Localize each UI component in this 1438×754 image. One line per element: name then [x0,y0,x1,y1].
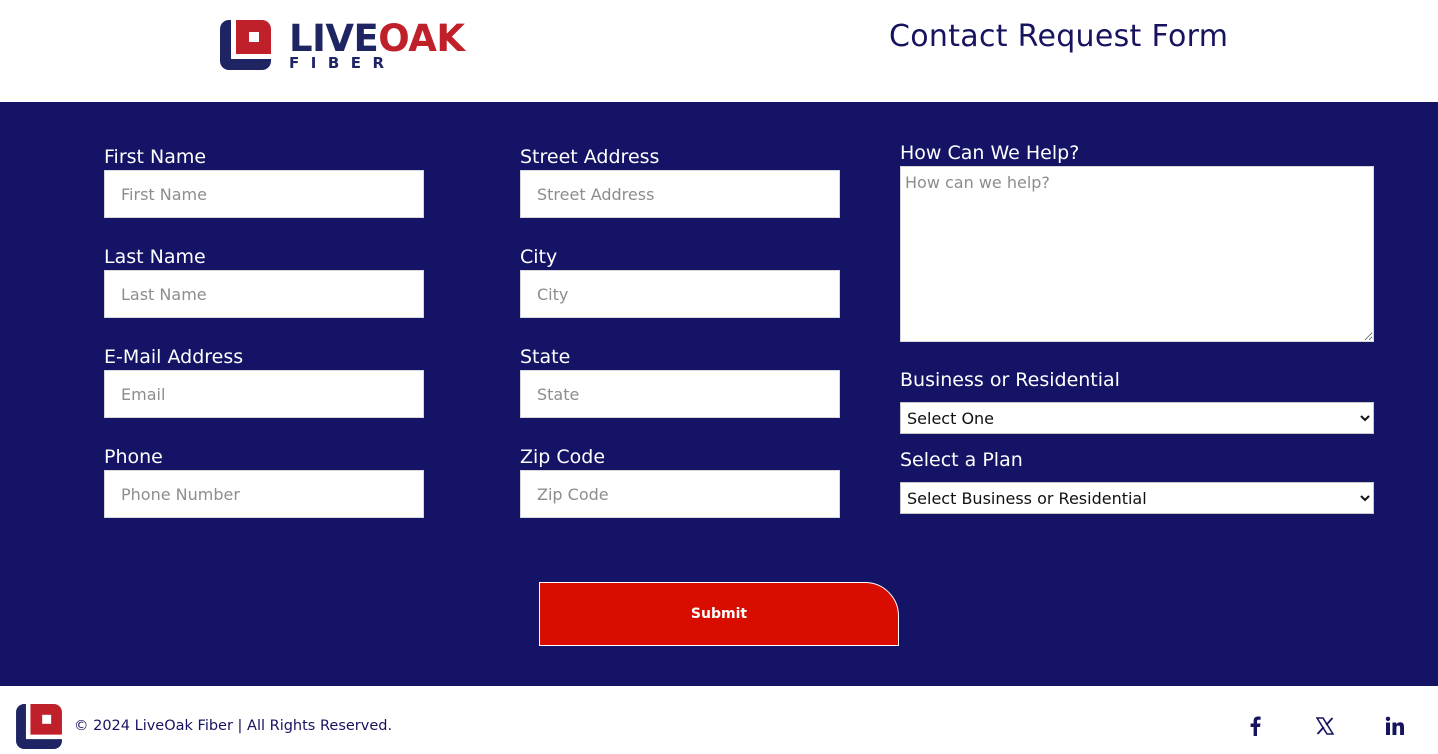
site-footer: © 2024 LiveOak Fiber | All Rights Reserv… [0,686,1438,754]
logo-subline: FIBER [289,54,396,72]
page-title: Contact Request Form [889,19,1229,54]
first-name-input[interactable] [104,170,424,218]
customer-type-label: Business or Residential [900,369,1120,391]
help-textarea[interactable] [900,166,1374,342]
zip-code-input[interactable] [520,470,840,518]
site-header: LIVEOAK FIBER Contact Request Form [0,0,1438,102]
email-input[interactable] [104,370,424,418]
liveoak-logo-mark-icon [220,20,271,70]
facebook-icon[interactable] [1243,714,1267,738]
street-address-label: Street Address [520,146,660,168]
help-label: How Can We Help? [900,142,1080,164]
city-label: City [520,246,558,268]
last-name-label: Last Name [104,246,206,268]
plan-select[interactable]: Select Business or Residential [900,482,1374,514]
customer-type-select[interactable]: Select One [900,402,1374,434]
submit-button[interactable]: Submit [539,582,899,646]
liveoak-fiber-logo[interactable]: LIVEOAK FIBER [220,18,480,72]
state-input[interactable] [520,370,840,418]
x-icon[interactable] [1313,714,1337,738]
first-name-label: First Name [104,146,207,168]
linkedin-icon[interactable] [1383,714,1407,738]
copyright-text: © 2024 LiveOak Fiber | All Rights Reserv… [74,718,393,734]
plan-label: Select a Plan [900,449,1023,471]
contact-form: First Name Last Name E-Mail Address Phon… [0,102,1438,686]
phone-label: Phone [104,446,163,468]
state-label: State [520,346,571,368]
phone-input[interactable] [104,470,424,518]
city-input[interactable] [520,270,840,318]
email-label: E-Mail Address [104,346,244,368]
last-name-input[interactable] [104,270,424,318]
street-address-input[interactable] [520,170,840,218]
footer-logo-icon[interactable] [16,704,62,749]
zip-code-label: Zip Code [520,446,606,468]
